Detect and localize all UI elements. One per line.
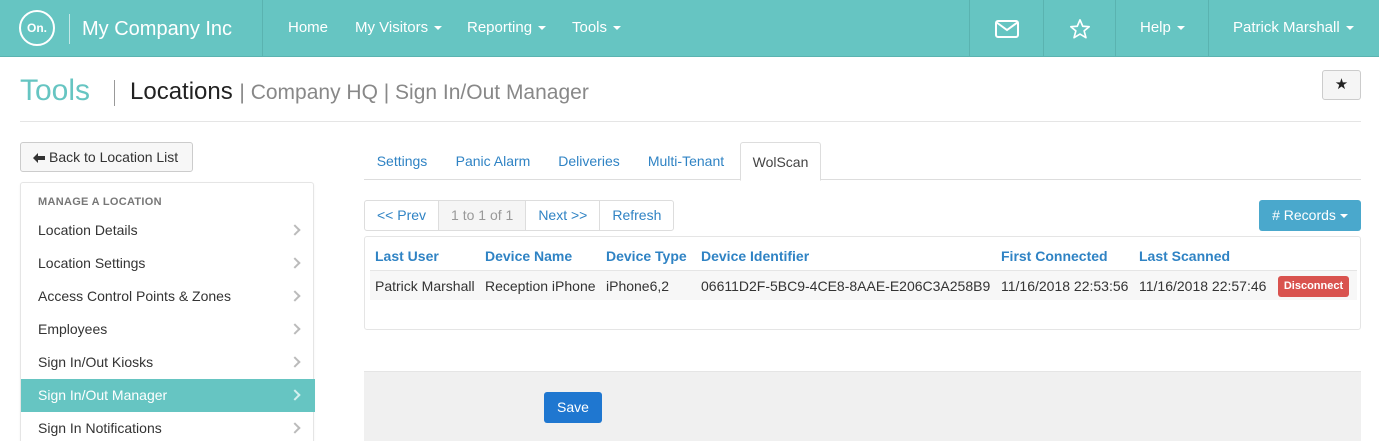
sidebar-item-label: Sign In/Out Manager [38, 387, 168, 403]
cell-last-user: Patrick Marshall [375, 278, 475, 294]
mail-icon [970, 0, 1044, 57]
records-label: # Records [1272, 207, 1336, 223]
nav-tools[interactable]: Tools [572, 19, 622, 36]
refresh-button[interactable]: Refresh [600, 201, 673, 230]
sidebar-item-kiosks[interactable]: Sign In/Out Kiosks [21, 346, 315, 379]
sidebar-item-label: Location Details [38, 222, 138, 238]
chevron-right-icon [289, 290, 301, 302]
nav-tools-label: Tools [572, 19, 608, 36]
title-separator [114, 80, 115, 106]
company-logo-icon: On. [19, 10, 55, 46]
user-label-wrap: Patrick Marshall [1233, 19, 1354, 36]
top-navbar: On. My Company Inc Home My Visitors Repo… [0, 0, 1379, 57]
back-to-location-list-button[interactable]: Back to Location List [20, 142, 193, 172]
sidebar-item-label: Location Settings [38, 255, 146, 271]
nav-home[interactable]: Home [288, 19, 328, 36]
sidebar-item-notifications[interactable]: Sign In Notifications [21, 412, 315, 441]
next-page-button[interactable]: Next >> [526, 201, 601, 230]
section-title: Tools [20, 74, 91, 107]
sidebar-item-employees[interactable]: Employees [21, 313, 315, 346]
sidebar-item-access-control[interactable]: Access Control Points & Zones [21, 280, 315, 313]
chevron-right-icon [289, 389, 301, 401]
help-menu[interactable]: Help [1115, 0, 1208, 57]
arrow-left-icon [33, 153, 45, 163]
user-menu[interactable]: Patrick Marshall [1208, 0, 1379, 57]
mail-button[interactable] [969, 0, 1043, 57]
star-icon: ★ [1334, 76, 1349, 93]
chevron-right-icon [289, 224, 301, 236]
nav-reporting-label: Reporting [467, 19, 533, 36]
nav-home-label: Home [288, 19, 329, 36]
sidebar-heading: MANAGE A LOCATION [38, 196, 162, 208]
cell-device-name: Reception iPhone [485, 278, 596, 294]
back-button-label: Back to Location List [49, 149, 179, 165]
chevron-right-icon [289, 356, 301, 368]
sidebar-item-label: Sign In Notifications [38, 420, 162, 436]
tab-panic-alarm[interactable]: Panic Alarm [444, 142, 542, 180]
sidebar-item-label: Access Control Points & Zones [38, 288, 231, 304]
records-dropdown-button[interactable]: # Records [1259, 200, 1361, 231]
devices-table: Last User Device Name Device Type Device… [364, 236, 1361, 330]
nav-my-visitors[interactable]: My Visitors [355, 19, 443, 36]
tab-wolscan[interactable]: WolScan [740, 142, 821, 181]
sidebar-item-location-details[interactable]: Location Details [21, 214, 315, 247]
column-header[interactable]: Device Name [485, 248, 572, 264]
cell-last-scanned: 11/16/2018 22:57:46 [1139, 278, 1267, 294]
cell-device-type: iPhone6,2 [606, 278, 670, 294]
bookmark-star-button[interactable]: ★ [1322, 70, 1361, 100]
column-header[interactable]: Last Scanned [1139, 248, 1230, 264]
form-footer: Save [364, 371, 1361, 441]
column-header[interactable]: First Connected [1001, 248, 1108, 264]
location-tabs: Settings Panic Alarm Deliveries Multi-Te… [364, 142, 1361, 181]
brand-divider [69, 14, 70, 44]
chevron-right-icon [289, 257, 301, 269]
favorites-button[interactable] [1043, 0, 1115, 57]
chevron-right-icon [289, 422, 301, 434]
table-row: Patrick Marshall Reception iPhone iPhone… [370, 270, 1357, 300]
page-header: Tools Locations | Company HQ | Sign In/O… [20, 58, 1361, 122]
pager: << Prev 1 to 1 of 1 Next >> Refresh [364, 200, 675, 231]
caret-down-icon [613, 26, 622, 31]
sidebar-item-label: Employees [38, 321, 108, 337]
page-title: Locations | Company HQ | Sign In/Out Man… [130, 78, 589, 106]
tab-settings[interactable]: Settings [364, 142, 440, 180]
brand[interactable]: On. My Company Inc [0, 0, 263, 57]
nav-reporting[interactable]: Reporting [467, 19, 547, 36]
user-name: Patrick Marshall [1233, 19, 1340, 36]
tab-multi-tenant[interactable]: Multi-Tenant [636, 142, 736, 180]
page-title-main: Locations [130, 78, 233, 105]
caret-down-icon [1339, 214, 1348, 219]
help-label: Help [1140, 19, 1171, 36]
chevron-right-icon [289, 323, 301, 335]
tab-deliveries[interactable]: Deliveries [546, 142, 632, 180]
column-header[interactable]: Last User [375, 248, 439, 264]
caret-down-icon [434, 26, 443, 31]
column-header[interactable]: Device Type [606, 248, 687, 264]
star-icon [1044, 0, 1116, 57]
caret-down-icon [538, 26, 547, 31]
sidebar-item-sign-in-out-manager[interactable]: Sign In/Out Manager [21, 379, 315, 412]
brand-name: My Company Inc [82, 18, 233, 40]
cell-first-connected: 11/16/2018 22:53:56 [1001, 278, 1129, 294]
column-header[interactable]: Device Identifier [701, 248, 809, 264]
disconnect-button[interactable]: Disconnect [1278, 276, 1349, 297]
page-info: 1 to 1 of 1 [439, 201, 527, 230]
help-label-wrap: Help [1140, 19, 1185, 36]
prev-page-button[interactable]: << Prev [365, 201, 440, 230]
cell-device-identifier: 06611D2F-5BC9-4CE8-8AAE-E206C3A258B9 [701, 278, 991, 294]
save-button[interactable]: Save [544, 392, 602, 423]
caret-down-icon [1176, 26, 1185, 31]
location-sidebar: MANAGE A LOCATION Location Details Locat… [20, 182, 315, 441]
sidebar-item-label: Sign In/Out Kiosks [38, 354, 154, 370]
page-subtitle: | Company HQ | Sign In/Out Manager [239, 81, 589, 104]
caret-down-icon [1345, 26, 1354, 31]
sidebar-item-location-settings[interactable]: Location Settings [21, 247, 315, 280]
nav-my-visitors-label: My Visitors [355, 19, 429, 36]
